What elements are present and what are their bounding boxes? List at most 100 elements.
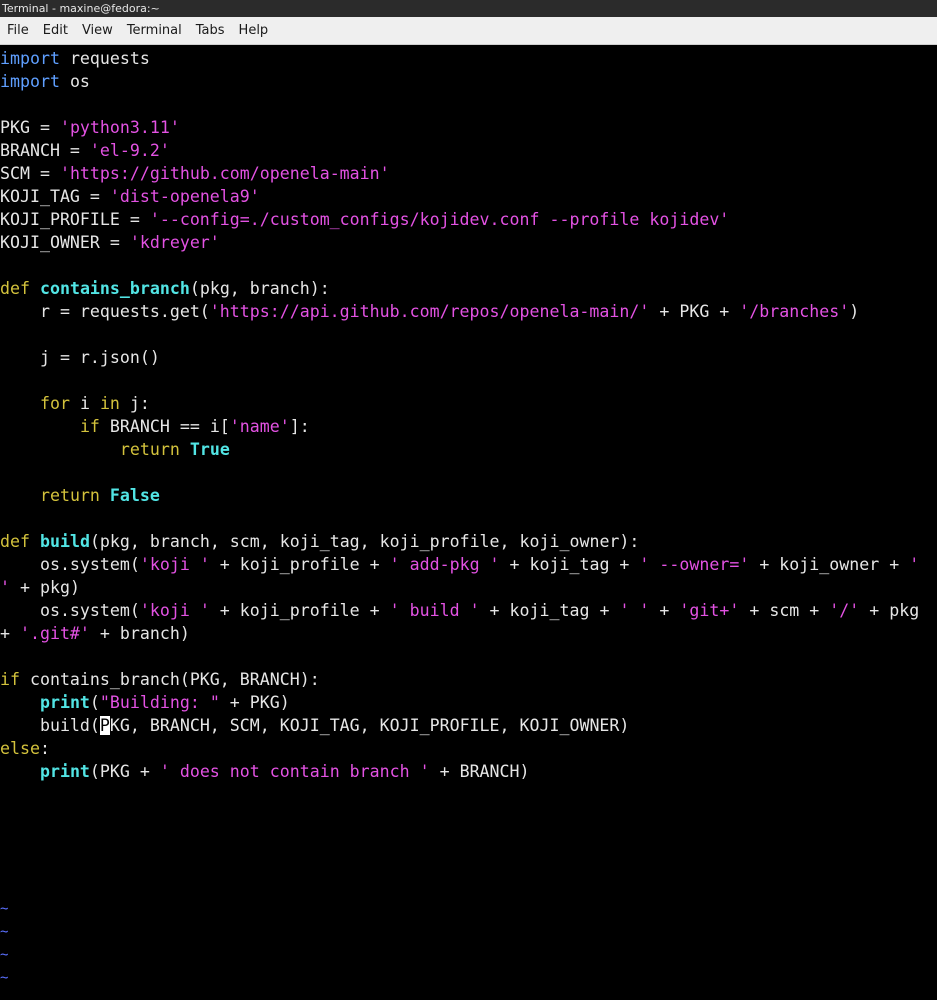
code-token: 'git+' bbox=[679, 601, 740, 620]
resize-grip-icon[interactable] bbox=[929, 992, 937, 1000]
code-token: + BRANCH) bbox=[429, 762, 530, 781]
code-token: '--config=./custom_configs/kojidev.conf … bbox=[149, 210, 730, 229]
menu-view[interactable]: View bbox=[75, 17, 120, 45]
code-line: BRANCH = 'el-9.2' bbox=[0, 139, 919, 162]
code-buffer[interactable]: import requests import os PKG = 'python3.1… bbox=[0, 47, 919, 783]
code-line: def contains_branch(pkg, branch): bbox=[0, 277, 919, 300]
code-token: 'el-9.2' bbox=[89, 141, 170, 160]
code-line: build(PKG, BRANCH, SCM, KOJI_TAG, KOJI_P… bbox=[0, 714, 919, 737]
code-token: ]: bbox=[289, 417, 310, 436]
code-token: + koji_tag + bbox=[479, 601, 620, 620]
code-token: i bbox=[69, 394, 100, 413]
empty-line-markers: ~ ~ ~ ~ bbox=[0, 898, 8, 990]
code-token: (pkg, branch): bbox=[189, 279, 330, 298]
terminal-area[interactable]: import requests import os PKG = 'python3.1… bbox=[0, 45, 937, 1000]
code-token: '/' bbox=[829, 601, 860, 620]
text-cursor: P bbox=[99, 716, 110, 735]
code-token: ' bbox=[0, 578, 10, 597]
code-token: + koji_owner + bbox=[749, 555, 910, 574]
code-token: os.system( bbox=[0, 555, 140, 574]
code-token: print bbox=[39, 762, 90, 781]
code-token: if bbox=[0, 670, 20, 689]
code-token: import bbox=[0, 49, 60, 68]
code-token: KOJI_PROFILE = bbox=[0, 210, 150, 229]
code-token: 'koji ' bbox=[139, 555, 210, 574]
code-token: def bbox=[0, 279, 30, 298]
code-line: import requests bbox=[0, 47, 919, 70]
code-line: if contains_branch(PKG, BRANCH): bbox=[0, 668, 919, 691]
code-token: BRANCH = bbox=[0, 141, 90, 160]
code-line: return True bbox=[0, 438, 919, 461]
code-token: in bbox=[99, 394, 120, 413]
code-token: requests bbox=[59, 49, 150, 68]
code-token: + PKG) bbox=[219, 693, 290, 712]
code-line: for i in j: bbox=[0, 392, 919, 415]
code-line: print("Building: " + PKG) bbox=[0, 691, 919, 714]
code-line: KOJI_OWNER = 'kdreyer' bbox=[0, 231, 919, 254]
window-titlebar[interactable]: Terminal - maxine@fedora:~ bbox=[0, 0, 937, 17]
code-token: (PKG + bbox=[89, 762, 160, 781]
code-token: PKG = bbox=[0, 118, 60, 137]
code-token: 'https://github.com/openela-main' bbox=[59, 164, 390, 183]
code-token: def bbox=[0, 532, 30, 551]
code-token: r = requests.get( bbox=[0, 302, 210, 321]
code-token: + scm + bbox=[739, 601, 830, 620]
menu-file[interactable]: File bbox=[0, 17, 36, 45]
code-line: j = r.json() bbox=[0, 346, 919, 369]
code-token: ' add-pkg ' bbox=[389, 555, 500, 574]
code-token: ' --owner=' bbox=[639, 555, 750, 574]
code-token: build( bbox=[0, 716, 100, 735]
code-line: os.system('koji ' + koji_profile + ' add… bbox=[0, 553, 919, 576]
code-token: return bbox=[119, 440, 180, 459]
code-token: if bbox=[79, 417, 100, 436]
code-token: KG, BRANCH, SCM, KOJI_TAG, KOJI_PROFILE,… bbox=[109, 716, 630, 735]
window-title: Terminal - maxine@fedora:~ bbox=[2, 2, 160, 15]
code-token: SCM = bbox=[0, 164, 60, 183]
code-token: import bbox=[0, 72, 60, 91]
code-token: + koji_profile + bbox=[209, 555, 390, 574]
code-line: KOJI_TAG = 'dist-openela9' bbox=[0, 185, 919, 208]
menu-tabs[interactable]: Tabs bbox=[189, 17, 232, 45]
code-line: PKG = 'python3.11' bbox=[0, 116, 919, 139]
menu-help[interactable]: Help bbox=[232, 17, 276, 45]
code-token: + branch) bbox=[89, 624, 190, 643]
code-line: else: bbox=[0, 737, 919, 760]
code-token: for bbox=[39, 394, 70, 413]
code-token: + PKG + bbox=[649, 302, 740, 321]
code-token: os.system( bbox=[0, 601, 140, 620]
code-token: ' ' bbox=[619, 601, 650, 620]
menu-terminal[interactable]: Terminal bbox=[120, 17, 189, 45]
code-token: j = r.json() bbox=[0, 348, 160, 367]
code-line: ' + pkg) bbox=[0, 576, 919, 599]
tilde-marker: ~ bbox=[0, 924, 9, 940]
tilde-marker: ~ bbox=[0, 947, 9, 963]
code-token: else bbox=[0, 739, 40, 758]
code-token: + pkg bbox=[859, 601, 920, 620]
code-token: + koji_profile + bbox=[209, 601, 390, 620]
code-token: 'https://api.github.com/repos/openela-ma… bbox=[209, 302, 650, 321]
code-token: '.git#' bbox=[19, 624, 90, 643]
code-token: + pkg) bbox=[10, 578, 80, 597]
code-line: KOJI_PROFILE = '--config=./custom_config… bbox=[0, 208, 919, 231]
code-token: 'name' bbox=[229, 417, 290, 436]
code-line: r = requests.get('https://api.github.com… bbox=[0, 300, 919, 323]
menu-edit[interactable]: Edit bbox=[36, 17, 75, 45]
code-line: print(PKG + ' does not contain branch ' … bbox=[0, 760, 919, 783]
code-line: os.system('koji ' + koji_profile + ' bui… bbox=[0, 599, 919, 622]
code-token: + bbox=[649, 601, 680, 620]
